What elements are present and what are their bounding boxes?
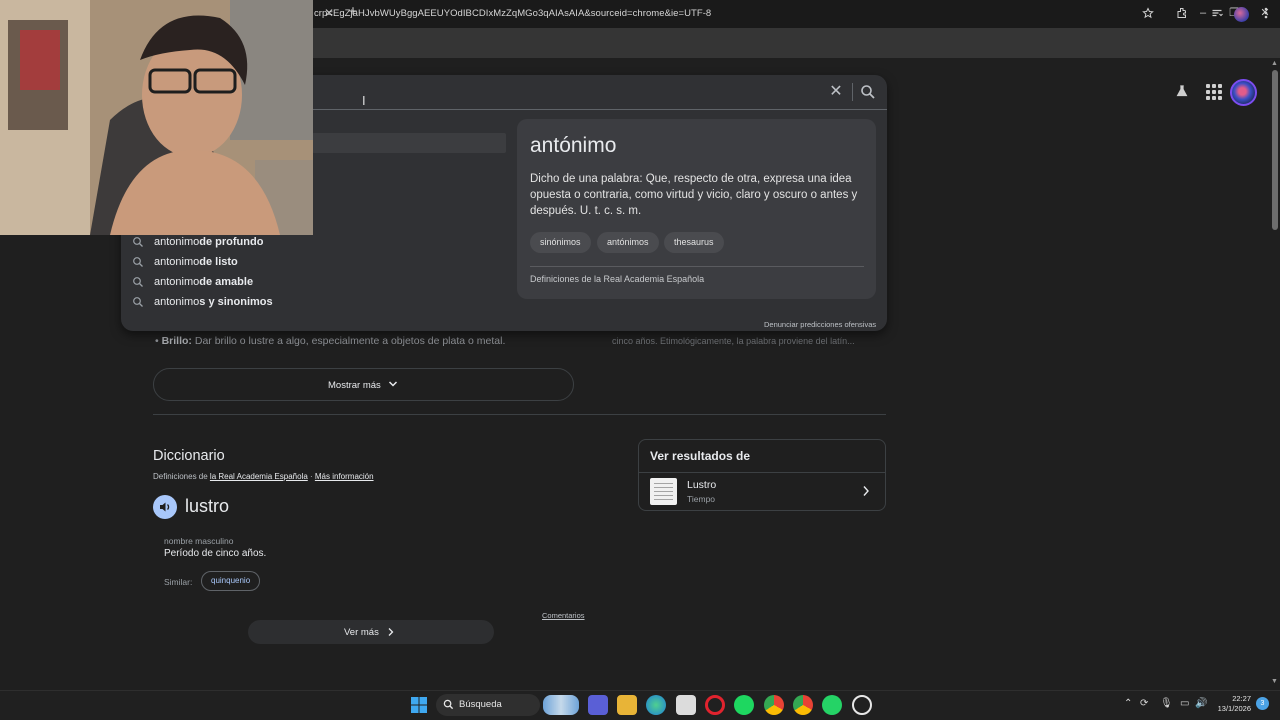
network-icon[interactable]: ▭ — [1180, 698, 1189, 709]
more-info-link[interactable]: Más información — [315, 472, 374, 481]
taskbar — [0, 690, 1280, 720]
speaker-icon[interactable] — [153, 495, 177, 519]
clear-search-icon[interactable]: ✕ — [828, 84, 844, 100]
search-icon — [133, 277, 143, 287]
volume-icon[interactable]: 🔊 — [1195, 698, 1207, 709]
rae-link[interactable]: la Real Academia Española — [210, 472, 308, 481]
bullet-definition: • Brillo: Dar brillo o lustre a algo, es… — [155, 335, 506, 347]
bullet-text: Dar brillo o lustre a algo, especialment… — [191, 335, 506, 347]
menu-icon[interactable] — [1258, 7, 1274, 23]
word-sense: Período de cinco años. — [164, 548, 267, 559]
sync-icon[interactable]: ⟳ — [1140, 698, 1148, 709]
see-results-title: Ver resultados de — [650, 449, 751, 463]
chrome-profile-icon[interactable] — [764, 695, 784, 715]
clock-time: 22:27 — [1232, 694, 1251, 703]
part-of-speech: nombre masculino — [164, 536, 234, 546]
similar-chip[interactable]: quinquenio — [201, 571, 261, 591]
weather-widget-icon[interactable] — [543, 695, 579, 715]
suggestion-completion: de listo — [199, 256, 238, 268]
definition-divider — [530, 266, 864, 267]
suggestion-prefix: antonimo — [154, 276, 200, 288]
chevron-down-icon[interactable] — [388, 379, 398, 389]
chatgpt-icon[interactable] — [852, 695, 872, 715]
chip-antonyms[interactable]: antónimos — [597, 232, 659, 253]
dictionary-title: Diccionario — [153, 448, 225, 464]
report-predictions-link[interactable]: Denunciar predicciones ofensivas — [764, 320, 876, 329]
similar-label: Similar: — [164, 577, 193, 587]
edge-icon[interactable] — [646, 695, 666, 715]
results-divider — [639, 472, 885, 473]
store-icon[interactable] — [676, 695, 696, 715]
suggestion-prefix: antonimo — [154, 236, 200, 248]
profile-icon[interactable] — [1234, 7, 1249, 22]
result-subtitle: Tiempo — [687, 494, 716, 504]
spotify-icon[interactable] — [734, 695, 754, 715]
microphone-icon[interactable]: 🎙 — [1160, 698, 1173, 709]
extensions-icon[interactable] — [1174, 7, 1190, 23]
star-icon[interactable] — [1140, 7, 1156, 23]
suggestion-prefix: antonimo — [154, 256, 200, 268]
scroll-down-icon[interactable]: ▼ — [1271, 678, 1278, 685]
webcam-image — [0, 0, 313, 235]
bullet-term: Brillo: — [161, 335, 192, 347]
dictionary-source-prefix: Definiciones de — [153, 472, 210, 481]
opera-icon[interactable] — [705, 695, 725, 715]
suggestion-completion: de amable — [199, 276, 254, 288]
file-explorer-icon[interactable] — [617, 695, 637, 715]
webcam-overlay — [0, 0, 313, 235]
definition-word: antónimo — [530, 134, 617, 157]
search-icon — [133, 257, 143, 267]
result-name[interactable]: Lustro — [687, 479, 716, 491]
show-more-label[interactable]: Mostrar más — [328, 380, 381, 391]
labs-icon[interactable] — [1174, 84, 1190, 100]
apps-grid-icon[interactable] — [1206, 84, 1222, 100]
chrome-icon[interactable] — [793, 695, 813, 715]
suggestion-prefix: antonimo — [154, 296, 200, 308]
suggestion-item[interactable]: antonimo de profundo — [132, 232, 263, 252]
search-icon[interactable] — [860, 84, 876, 100]
dictionary-word: lustro — [185, 496, 230, 516]
dictionary-source: Definiciones de la Real Academia Español… — [153, 472, 374, 481]
suggestion-item[interactable]: antonimo de listo — [132, 252, 238, 272]
clock-date: 13/1/2026 — [1217, 704, 1251, 713]
comments-link[interactable]: Comentarios — [542, 611, 585, 620]
search-icon — [133, 297, 143, 307]
chevron-right-icon[interactable] — [862, 485, 870, 497]
see-more-label[interactable]: Ver más — [344, 627, 379, 638]
suggestion-item[interactable]: antonimo de amable — [132, 272, 253, 292]
chevron-right-icon[interactable] — [386, 627, 395, 637]
result-thumbnail[interactable] — [650, 478, 677, 505]
whatsapp-icon[interactable] — [822, 695, 842, 715]
search-divider — [852, 83, 853, 101]
tab-search-icon[interactable] — [1209, 7, 1225, 23]
text-cursor: I — [362, 93, 366, 108]
search-icon — [133, 237, 143, 247]
account-avatar[interactable] — [1230, 79, 1257, 106]
windows-start-icon[interactable] — [409, 695, 429, 715]
scroll-up-icon[interactable]: ▲ — [1271, 60, 1278, 67]
right-snippet: cinco años. Etimológicamente, la palabra… — [612, 336, 855, 346]
suggestion-completion: s y sinonimos — [199, 296, 273, 308]
search-icon — [443, 699, 454, 710]
chip-synonyms[interactable]: sinónimos — [530, 232, 591, 253]
notification-badge[interactable]: 3 — [1256, 697, 1269, 710]
section-divider — [153, 414, 886, 415]
highlighted-suggestion[interactable] — [312, 133, 506, 153]
suggestion-completion: de profundo — [199, 236, 264, 248]
address-bar-url[interactable]: crp=EgZjaHJvbWUyBggAEEUYOdIBCDIxMzZqMGo3… — [314, 8, 711, 19]
tray-overflow-icon[interactable]: ⌃ — [1124, 698, 1132, 709]
definition-text: Dicho de una palabra: Que, respecto de o… — [530, 173, 858, 217]
zoom-icon[interactable] — [588, 695, 608, 715]
chip-thesaurus[interactable]: thesaurus — [664, 232, 724, 253]
source-separator: · — [307, 472, 315, 481]
system-clock[interactable]: 22:27 13/1/2026 — [1213, 694, 1251, 714]
scrollbar-thumb[interactable] — [1272, 70, 1278, 230]
taskbar-search-label[interactable]: Búsqueda — [459, 699, 502, 710]
definition-source: Definiciones de la Real Academia Español… — [530, 274, 705, 284]
minimize-button[interactable]: – — [1196, 6, 1210, 20]
suggestion-item[interactable]: antonimo s y sinonimos — [132, 292, 273, 312]
